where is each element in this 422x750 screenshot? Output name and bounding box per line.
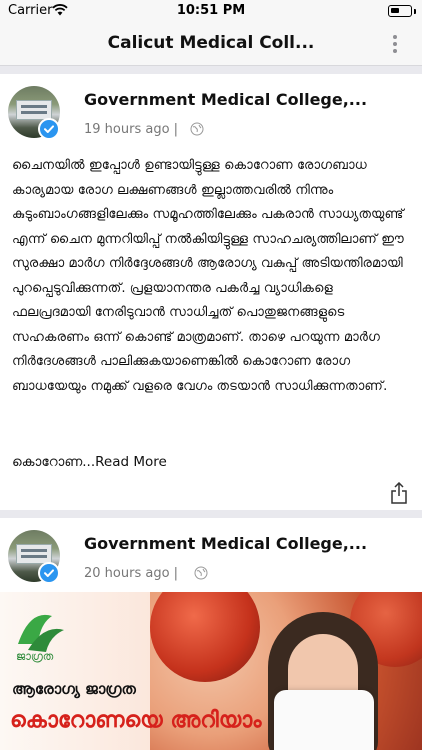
read-more-label[interactable]: Read More (95, 454, 167, 470)
status-bar: Carrier 10:51 PM (0, 0, 422, 22)
brand-text: ജാഗ്രത (16, 650, 54, 663)
navigation-bar: Calicut Medical Coll... (0, 22, 422, 66)
globe-icon (190, 122, 204, 136)
person-with-tissue (268, 612, 378, 750)
verified-check-icon (38, 118, 60, 140)
read-more-link[interactable]: കൊറോണ...Read More (12, 454, 167, 470)
author-name[interactable]: Government Medical College,... (84, 90, 367, 109)
post-time: 20 hours ago | (84, 566, 179, 581)
banner-title: കൊറോണയെ അറിയാം (10, 708, 262, 733)
clock: 10:51 PM (176, 3, 246, 18)
globe-icon (194, 566, 208, 580)
post-body: ചൈനയിൽ ഇപ്പോൾ ഉണ്ടായിട്ടുള്ള കൊറോണ രോഗബാ… (12, 158, 405, 394)
excerpt-tail: കൊറോണ... (12, 454, 96, 470)
author-name[interactable]: Government Medical College,... (84, 534, 367, 553)
campaign-logo: ജാഗ്രത (16, 614, 64, 663)
post-card: Government Medical College,... 20 hours … (0, 518, 422, 750)
post-image[interactable]: ജാഗ്രത ആരോഗ്യ ജാഗ്രത കൊറോണയെ അറിയാം (0, 592, 422, 750)
verified-check-icon (38, 562, 60, 584)
banner-subtitle: ആരോഗ്യ ജാഗ്രത (12, 680, 136, 698)
share-icon[interactable] (390, 482, 408, 504)
post-time: 19 hours ago | (84, 122, 179, 137)
more-vertical-icon[interactable] (390, 32, 400, 56)
page-title: Calicut Medical Coll... (107, 33, 315, 53)
post-card: Government Medical College,... 19 hours … (0, 74, 422, 510)
battery-icon (388, 5, 412, 17)
virus-graphic (150, 592, 260, 682)
